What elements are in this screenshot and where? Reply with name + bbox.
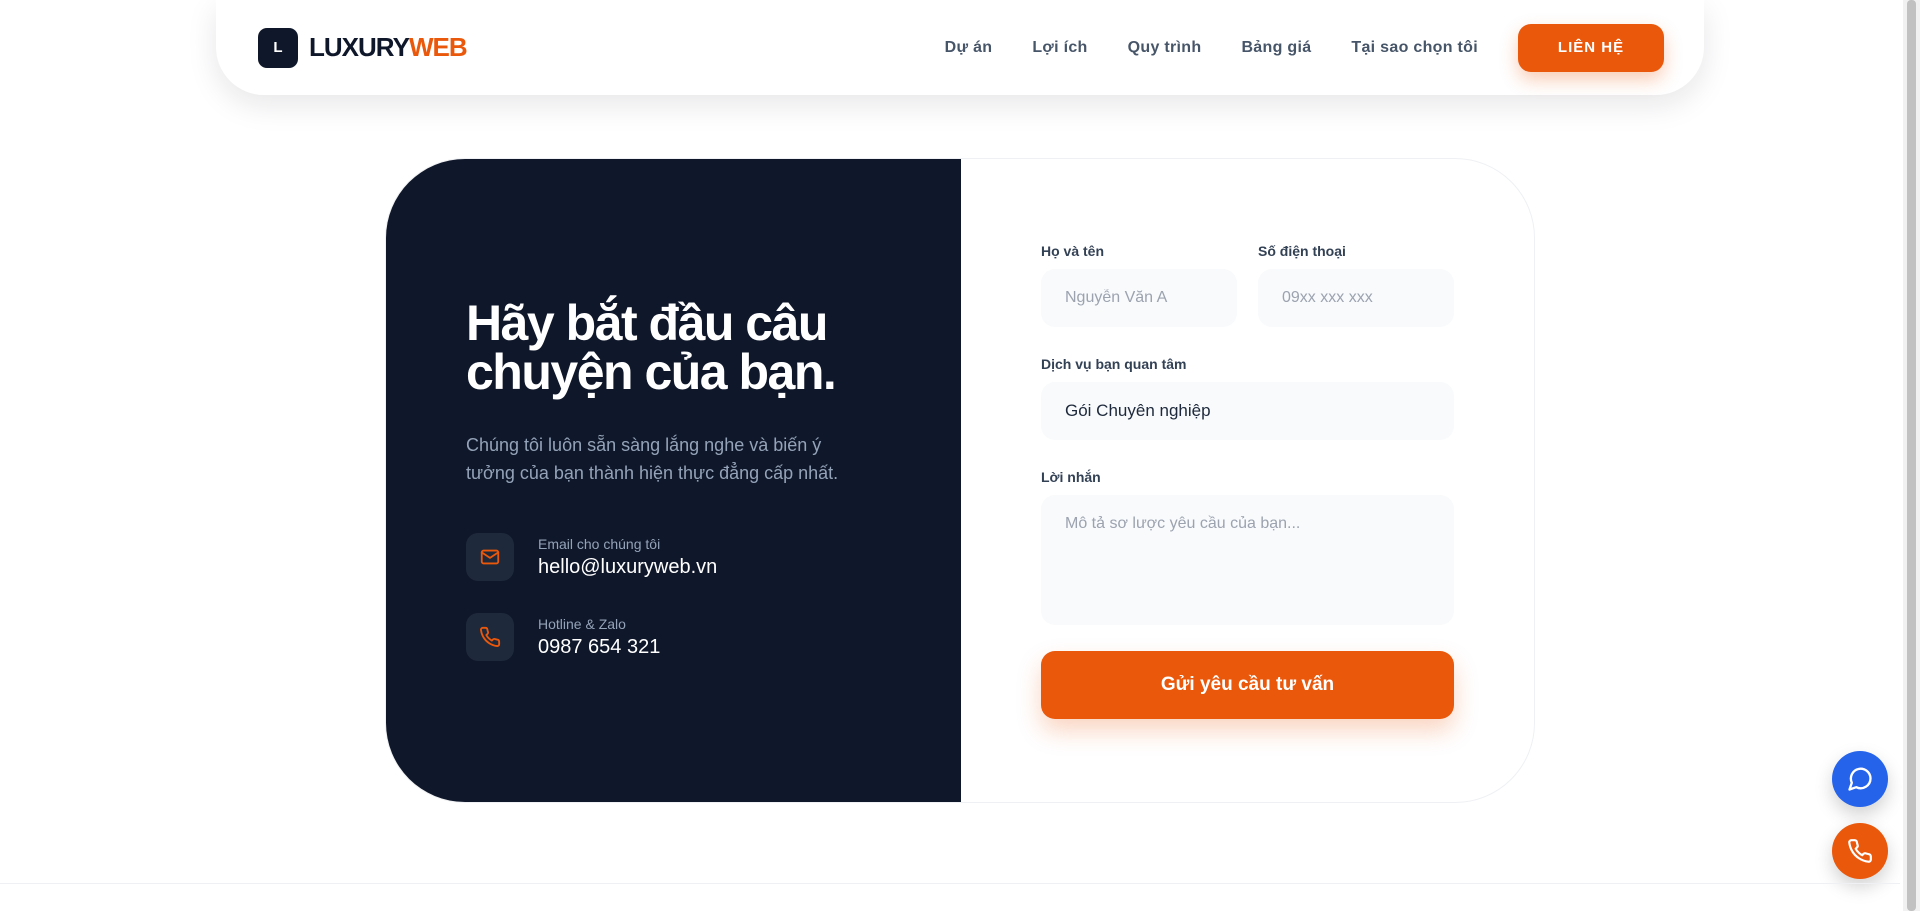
- logo-mark: L: [258, 27, 298, 68]
- phone-contact: Hotline & Zalo 0987 654 321: [466, 613, 881, 661]
- logo-text-part1: LUXURY: [309, 32, 410, 62]
- logo[interactable]: L LUXURYWEB: [258, 27, 468, 68]
- section-divider: [0, 883, 1900, 884]
- phone-fab[interactable]: [1832, 823, 1888, 879]
- message-field-group: Lời nhắn: [1041, 469, 1454, 625]
- phone-input[interactable]: [1258, 269, 1454, 327]
- service-label: Dịch vụ bạn quan tâm: [1041, 356, 1187, 372]
- site-header: L LUXURYWEB Dự án Lợi ích Quy trình Bảng…: [216, 0, 1704, 95]
- contact-info-panel: Hãy bắt đầu câu chuyện của bạn. Chúng tô…: [386, 159, 961, 802]
- logo-text: LUXURYWEB: [309, 32, 468, 63]
- service-select[interactable]: Gói Chuyên nghiệp: [1041, 382, 1454, 440]
- logo-text-part2: WEB: [408, 32, 468, 62]
- page-scrollbar[interactable]: [1903, 0, 1920, 911]
- message-label: Lời nhắn: [1041, 469, 1101, 485]
- main-nav: Dự án Lợi ích Quy trình Bảng giá Tại sao…: [945, 39, 1478, 57]
- phone-icon: [466, 613, 514, 661]
- name-input[interactable]: [1041, 269, 1237, 327]
- nav-link-quy-trinh[interactable]: Quy trình: [1128, 39, 1202, 57]
- phone-field-group: Số điện thoại: [1258, 243, 1454, 327]
- contact-headline: Hãy bắt đầu câu chuyện của bạn.: [466, 298, 881, 400]
- contact-card: Hãy bắt đầu câu chuyện của bạn. Chúng tô…: [385, 158, 1535, 803]
- phone-value[interactable]: 0987 654 321: [538, 636, 660, 659]
- email-label: Email cho chúng tôi: [538, 535, 661, 552]
- message-textarea[interactable]: [1041, 495, 1454, 625]
- service-field-group: Dịch vụ bạn quan tâm Gói Chuyên nghiệp: [1041, 356, 1454, 440]
- scrollbar-thumb[interactable]: [1907, 0, 1916, 911]
- name-field-group: Họ và tên: [1041, 243, 1237, 327]
- contact-cta-button[interactable]: LIÊN HỆ: [1518, 23, 1664, 72]
- email-contact: Email cho chúng tôi hello@luxuryweb.vn: [466, 533, 881, 581]
- chat-icon: [1848, 767, 1872, 791]
- submit-button[interactable]: Gửi yêu cầu tư vấn: [1041, 651, 1454, 719]
- nav-link-du-an[interactable]: Dự án: [945, 39, 993, 57]
- phone-icon: [1848, 839, 1872, 863]
- nav-link-bang-gia[interactable]: Bảng giá: [1241, 39, 1311, 57]
- headline-line-2: chuyện của bạn.: [466, 344, 837, 400]
- phone-label: Hotline & Zalo: [538, 615, 626, 632]
- contact-subtitle: Chúng tôi luôn sẵn sàng lắng nghe và biế…: [466, 435, 839, 483]
- nav-link-tai-sao[interactable]: Tại sao chọn tôi: [1351, 39, 1478, 57]
- nav-link-loi-ich[interactable]: Lợi ích: [1032, 39, 1087, 57]
- contact-form: Họ và tên Số điện thoại Dịch vụ bạn quan…: [961, 159, 1534, 802]
- mail-icon: [466, 533, 514, 581]
- phone-number-label: Số điện thoại: [1258, 243, 1346, 259]
- email-value[interactable]: hello@luxuryweb.vn: [538, 556, 717, 579]
- chat-fab[interactable]: [1832, 751, 1888, 807]
- headline-line-1: Hãy bắt đầu câu: [466, 295, 828, 351]
- name-label: Họ và tên: [1041, 243, 1105, 259]
